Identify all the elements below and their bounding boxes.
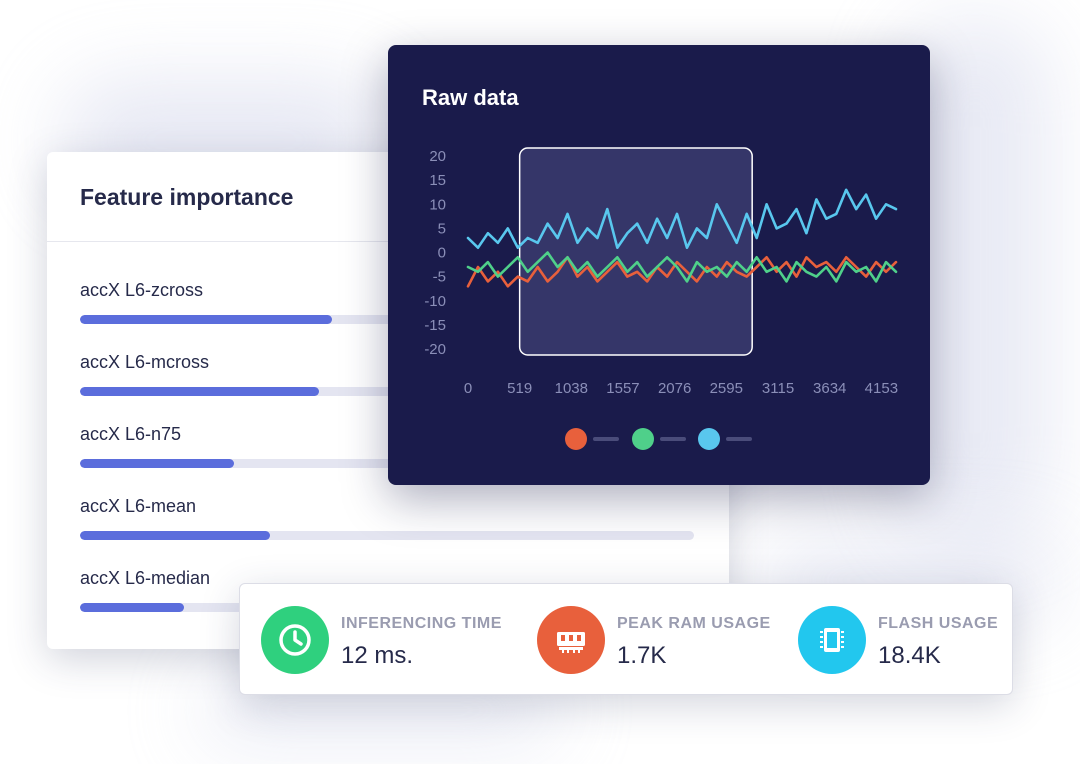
x-tick-label: 519 — [507, 380, 532, 397]
legend-marker-2 — [698, 428, 720, 450]
metric-value: 18.4K — [878, 642, 941, 669]
legend-line-0 — [593, 437, 619, 441]
feature-label: accX L6-median — [80, 568, 211, 588]
raw-data-card: Raw data 20 15 10 5 0 -5 -10 -15 -20 0 519 1038 1557… — [388, 45, 930, 485]
x-tick-label: 2595 — [710, 380, 743, 397]
y-tick-label: -10 — [424, 293, 446, 310]
feature-label: accX L6-zcross — [80, 280, 204, 300]
y-tick-label: 0 — [438, 245, 446, 262]
metric-label: FLASH USAGE — [878, 615, 999, 632]
legend-marker-0 — [565, 428, 587, 450]
raw-data-chart[interactable]: 20 15 10 5 0 -5 -10 -15 -20 0 519 1038 1557 2076 2595 3… — [388, 45, 930, 485]
x-tick-label: 1557 — [606, 380, 639, 397]
x-tick-label: 0 — [464, 380, 472, 397]
stage: Feature importance accX L6-zcross accX L… — [0, 0, 1080, 764]
x-tick-label: 4153 — [865, 380, 898, 397]
y-tick-label: 5 — [438, 220, 446, 237]
feature-label: accX L6-n75 — [80, 424, 182, 444]
y-tick-label: -5 — [433, 269, 446, 286]
feature-label: accX L6-mean — [80, 496, 197, 516]
x-tick-label: 3634 — [813, 380, 846, 397]
selection-window[interactable] — [518, 147, 753, 356]
metrics-bar: INFERENCING TIME 12 ms. PEAK RAM USAGE 1… — [239, 583, 1013, 695]
feature-label: accX L6-mcross — [80, 352, 210, 372]
legend-line-1 — [660, 437, 686, 441]
y-tick-label: -20 — [424, 341, 446, 358]
metric-value: 1.7K — [617, 642, 667, 669]
metric-label: INFERENCING TIME — [341, 615, 502, 632]
x-tick-label: 1038 — [555, 380, 588, 397]
x-tick-label: 2076 — [658, 380, 691, 397]
y-tick-label: 20 — [429, 148, 446, 165]
chip-icon — [798, 606, 866, 674]
x-tick-label: 3115 — [762, 380, 794, 397]
importance-bar-fill — [80, 603, 185, 612]
legend-marker-1 — [632, 428, 654, 450]
metric-value: 12 ms. — [341, 642, 414, 669]
metric-label: PEAK RAM USAGE — [617, 615, 771, 632]
y-tick-label: -15 — [424, 317, 446, 334]
ram-icon — [537, 606, 605, 674]
legend-line-2 — [726, 437, 752, 441]
y-tick-label: 10 — [429, 196, 446, 213]
clock-icon — [261, 606, 329, 674]
y-tick-label: 15 — [429, 172, 446, 189]
